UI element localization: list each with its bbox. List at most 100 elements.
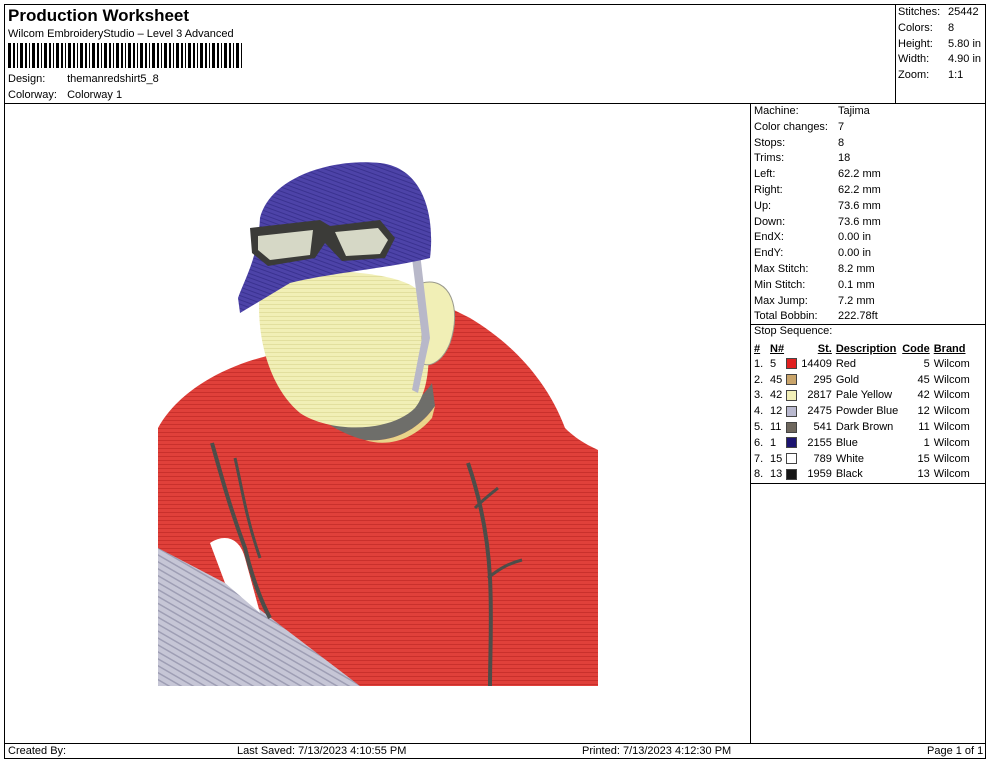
- row-brand: Wilcom: [933, 389, 970, 402]
- row-index: 1.: [754, 357, 764, 370]
- info-row: Stops: 8: [754, 136, 881, 152]
- stat-row: Colors: 8: [898, 21, 981, 37]
- info-row: Right: 62.2 mm: [754, 183, 881, 199]
- created-by: Created By:: [8, 745, 67, 757]
- row-stitches: 14409: [801, 357, 832, 370]
- row-stitches: 2155: [807, 436, 832, 449]
- stat-label: Height:: [898, 37, 933, 50]
- row-code: 11: [918, 421, 930, 434]
- info-label: Total Bobbin:: [754, 310, 818, 323]
- row-index: 8.: [754, 468, 764, 481]
- color-swatch: [786, 390, 798, 402]
- row-index: 3.: [754, 389, 764, 402]
- row-stitches: 541: [813, 421, 832, 434]
- stat-label: Colors:: [898, 21, 933, 34]
- info-value: 7.2 mm: [838, 294, 875, 307]
- row-brand: Wilcom: [933, 357, 970, 370]
- info-value: 0.00 in: [838, 231, 872, 244]
- panel-divider: [750, 103, 751, 743]
- stat-row: Width: 4.90 in: [898, 52, 981, 68]
- stat-value: 25442: [948, 6, 979, 18]
- row-swatch-cell: [784, 356, 799, 372]
- info-label: Machine:: [754, 105, 799, 117]
- row-code: 13: [917, 468, 930, 481]
- row-description: Black: [835, 468, 863, 481]
- page-title: Production Worksheet: [8, 6, 190, 25]
- row-swatch-cell: [784, 467, 799, 483]
- row-swatch-cell: [784, 419, 799, 435]
- color-swatch: [786, 469, 798, 481]
- last-saved: Last Saved: 7/13/2023 4:10:55 PM: [237, 745, 407, 757]
- row-description: Gold: [835, 373, 860, 386]
- row-brand: Wilcom: [933, 436, 970, 449]
- col-description: Description: [835, 342, 897, 355]
- info-value: 7: [838, 120, 845, 133]
- info-label: Stops:: [754, 136, 786, 149]
- stat-value: 4.90 in: [948, 53, 982, 66]
- row-brand: Wilcom: [933, 405, 970, 418]
- stat-label: Zoom:: [898, 69, 930, 82]
- table-row: 4. 12 2475 Powder Blue 12 Wilcom: [752, 403, 972, 419]
- info-row: Max Stitch: 8.2 mm: [754, 262, 881, 278]
- row-code: 12: [917, 405, 930, 418]
- colorway-row: Colorway: Colorway 1: [8, 89, 122, 101]
- info-row: Up: 73.6 mm: [754, 199, 881, 215]
- row-index: 7.: [754, 452, 764, 465]
- row-code: 5: [923, 357, 930, 370]
- printed-date: Printed: 7/13/2023 4:12:30 PM: [582, 745, 732, 757]
- info-value: 0.1 mm: [838, 278, 875, 291]
- footer-divider: [4, 743, 986, 744]
- row-brand: Wilcom: [933, 452, 970, 465]
- row-needle: 5: [770, 357, 777, 370]
- row-description: Blue: [835, 436, 858, 449]
- row-description: Powder Blue: [835, 405, 899, 418]
- col-stitches: St.: [817, 342, 832, 355]
- stat-row: Stitches: 25442: [898, 5, 981, 21]
- row-brand: Wilcom: [933, 373, 970, 386]
- sequence-divider: [750, 483, 986, 484]
- row-needle: 13: [770, 468, 783, 481]
- row-stitches: 789: [813, 452, 832, 465]
- color-swatch: [786, 453, 798, 465]
- info-row: Machine: Tajima: [754, 104, 881, 120]
- row-stitches: 1959: [807, 468, 832, 481]
- info-value: 18: [838, 152, 851, 165]
- table-row: 3. 42 2817 Pale Yellow 42 Wilcom: [752, 388, 972, 404]
- info-value: 0.00 in: [838, 247, 872, 260]
- row-needle: 42: [770, 389, 783, 402]
- design-row: Design: themanredshirt5_8: [8, 73, 159, 85]
- row-swatch-cell: [784, 403, 799, 419]
- row-index: 2.: [754, 373, 764, 386]
- info-value: 8: [838, 136, 845, 149]
- info-row: EndX: 0.00 in: [754, 230, 881, 246]
- row-code: 15: [917, 452, 930, 465]
- software-name: Wilcom EmbroideryStudio – Level 3 Advanc…: [8, 28, 234, 40]
- info-label: Up:: [754, 199, 772, 212]
- row-swatch-cell: [784, 451, 799, 467]
- info-value: Tajima: [838, 105, 870, 117]
- stat-row: Zoom: 1:1: [898, 68, 981, 84]
- info-label: Color changes:: [754, 120, 828, 133]
- color-swatch: [786, 421, 798, 433]
- info-label: EndX:: [754, 231, 784, 244]
- table-row: 1. 5 14409 Red 5 Wilcom: [752, 356, 972, 372]
- info-row: Trims: 18: [754, 151, 881, 167]
- info-value: 222.78ft: [838, 310, 878, 323]
- color-swatch: [786, 358, 798, 370]
- stat-value: 5.80 in: [948, 37, 982, 50]
- info-value: 62.2 mm: [838, 168, 881, 181]
- design-name: themanredshirt5_8: [67, 73, 159, 85]
- row-needle: 11: [770, 421, 782, 434]
- row-description: White: [835, 452, 864, 465]
- stop-sequence-label: Stop Sequence:: [754, 325, 833, 337]
- table-row: 7. 15 789 White 15 Wilcom: [752, 451, 972, 467]
- stop-sequence-table: # N# St. Description Code Brand 1. 5 14409…: [752, 341, 972, 482]
- row-swatch-cell: [784, 372, 799, 388]
- col-index: #: [754, 342, 761, 355]
- color-swatch: [786, 437, 798, 449]
- color-swatch: [786, 405, 798, 417]
- stat-value: 8: [948, 21, 955, 34]
- row-description: Pale Yellow: [835, 389, 893, 402]
- embroidery-design-preview: [158, 162, 598, 687]
- col-code: Code: [902, 342, 930, 355]
